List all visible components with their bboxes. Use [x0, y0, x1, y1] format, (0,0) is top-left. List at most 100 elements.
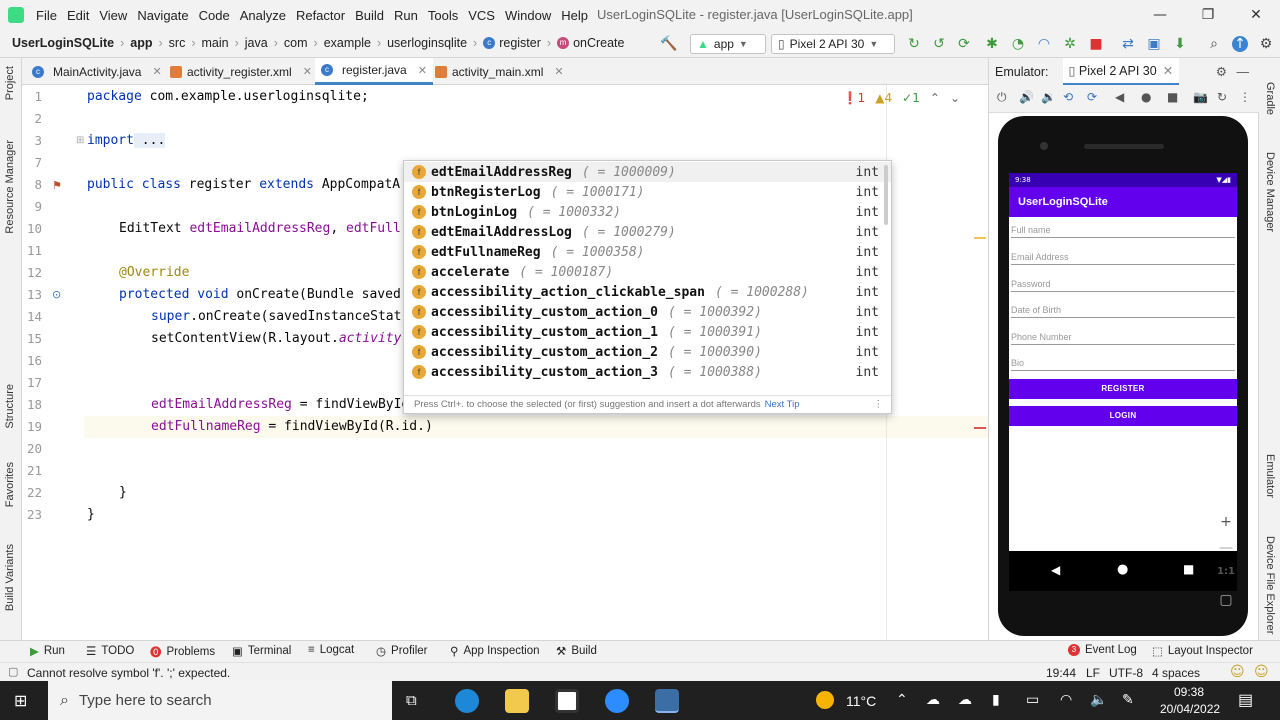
close-icon[interactable]: ✕ [1163, 64, 1173, 78]
more-icon[interactable]: ⋮ [1239, 90, 1251, 104]
menu-window[interactable]: Window [503, 8, 559, 23]
popup-scrollbar[interactable] [884, 165, 888, 225]
indent-setting[interactable]: 4 spaces [1152, 666, 1200, 680]
tool-project[interactable]: Project [4, 66, 16, 100]
network-icon[interactable]: ▭ [1026, 691, 1039, 708]
menu-code[interactable]: Code [197, 8, 238, 23]
dob-field[interactable]: Date of Birth [1011, 305, 1235, 318]
breadcrumb-src[interactable]: src [169, 36, 186, 50]
close-button[interactable]: ✕ [1232, 0, 1280, 30]
breadcrumb-main[interactable]: main [202, 36, 229, 50]
menu-run[interactable]: Run [392, 8, 426, 23]
settings-icon[interactable]: ⚙ [1216, 64, 1227, 79]
minimize-panel-icon[interactable]: — [1237, 65, 1250, 79]
zoom-actual-button[interactable]: 1:1 [1211, 566, 1241, 590]
device-screen[interactable]: 9:38 ▼◢▮ UserLoginSQLite Full name Email … [1009, 173, 1237, 551]
password-field[interactable]: Password [1011, 279, 1235, 292]
more-options-icon[interactable]: ⋮ [874, 396, 884, 414]
tab-register-java[interactable]: c register.java ✕ [315, 58, 433, 85]
completion-item[interactable]: f accessibility_custom_action_0( = 100039… [404, 302, 891, 322]
tool-resource-manager[interactable]: Resource Manager [4, 140, 16, 234]
class-gutter-icon[interactable]: ⚑ [52, 179, 62, 192]
search-icon[interactable]: ⌕ [1206, 36, 1222, 52]
smiley-icon[interactable]: ☺ [1230, 664, 1245, 680]
taskbar-search[interactable]: ⌕ Type here to search [48, 681, 392, 720]
fit-screen-icon[interactable]: ▢ [1211, 592, 1241, 616]
sync-gradle-icon[interactable]: ⇄ [1120, 36, 1136, 52]
device-select[interactable]: ▯ Pixel 2 API 30 ▼ [771, 34, 895, 54]
apply-changes-icon[interactable]: ↺ [931, 36, 947, 52]
menu-vcs[interactable]: VCS [466, 8, 503, 23]
rerun-icon[interactable]: ↻ [906, 36, 922, 52]
edge-icon[interactable] [455, 689, 479, 713]
sdk-manager-icon[interactable]: ⬇ [1172, 36, 1188, 52]
fold-icon[interactable]: ⊞ [76, 135, 84, 146]
clock-time[interactable]: 09:38 [1174, 685, 1204, 699]
feedback-icon[interactable]: ☺ [1254, 664, 1269, 680]
completion-item[interactable]: f edtFullnameReg( = 1000358) int [404, 242, 891, 262]
tool-favorites[interactable]: Favorites [4, 462, 16, 507]
tool-build-variants[interactable]: Build Variants [4, 544, 16, 611]
completion-item[interactable]: f btnLoginLog( = 1000332) int [404, 202, 891, 222]
minimize-button[interactable]: — [1136, 0, 1184, 30]
attach-icon[interactable]: ✲ [1062, 36, 1078, 52]
chevron-down-icon[interactable]: ⌄ [950, 91, 960, 105]
pen-icon[interactable]: ✎ [1122, 691, 1134, 708]
menu-file[interactable]: File [34, 8, 65, 23]
close-icon[interactable]: ✕ [303, 65, 312, 78]
breadcrumb-class[interactable]: register [499, 36, 541, 50]
breadcrumb-project[interactable]: UserLoginSQLite [12, 36, 114, 50]
task-view-icon[interactable]: ⧉ [406, 691, 417, 709]
volume-up-icon[interactable]: 🔊 [1019, 90, 1034, 104]
zoom-app-icon[interactable] [605, 689, 629, 713]
menu-refactor[interactable]: Refactor [294, 8, 353, 23]
onedrive-icon[interactable]: ☁ [926, 691, 940, 708]
breadcrumb-module[interactable]: app [130, 36, 152, 50]
android-studio-taskbar-icon[interactable] [655, 689, 679, 713]
cloud-icon[interactable]: ☁ [958, 691, 972, 708]
windows-start-icon[interactable]: ⊞ [14, 691, 27, 710]
clock-date[interactable]: 20/04/2022 [1160, 702, 1220, 716]
menu-edit[interactable]: Edit [65, 8, 97, 23]
weather-temp[interactable]: 11°C [846, 693, 876, 709]
breadcrumb-package[interactable]: userloginsqlite [387, 36, 467, 50]
tool-todo[interactable]: ☰ TODO [86, 644, 134, 658]
register-button[interactable]: REGISTER [1009, 379, 1237, 399]
nav-back-icon[interactable]: ◀ [1051, 563, 1060, 577]
tool-logcat[interactable]: ≡ Logcat [308, 644, 354, 656]
store-icon[interactable] [555, 689, 579, 713]
screenshot-icon[interactable]: 📷 [1193, 90, 1208, 104]
inspection-widget[interactable]: ❗1 ▲4 ✓1 ⌃ ⌄ [843, 91, 960, 105]
close-icon[interactable]: ✕ [152, 65, 161, 78]
breadcrumb-com[interactable]: com [284, 36, 308, 50]
override-gutter-icon[interactable]: ⊙ [52, 288, 61, 301]
completion-item[interactable]: f accessibility_action_clickable_span( = … [404, 282, 891, 302]
chevron-up-icon[interactable]: ⌃ [930, 91, 940, 105]
menu-tools[interactable]: Tools [426, 8, 466, 23]
tool-gradle[interactable]: Gradle [1264, 82, 1276, 115]
tool-app-inspection[interactable]: ⚲ App Inspection [450, 644, 540, 658]
close-icon[interactable]: ✕ [554, 65, 563, 78]
power-icon[interactable]: ⏻ [997, 90, 1007, 105]
nav-overview-icon[interactable]: ■ [1183, 562, 1194, 576]
tool-event-log[interactable]: 3 Event Log [1068, 644, 1137, 656]
status-icon[interactable]: ▢ [8, 665, 18, 678]
update-icon[interactable]: ↑ [1232, 36, 1248, 52]
menu-help[interactable]: Help [559, 8, 596, 23]
snapshot-icon[interactable]: ↻ [1217, 90, 1227, 104]
login-button[interactable]: LOGIN [1009, 406, 1237, 426]
file-encoding[interactable]: UTF-8 [1109, 666, 1143, 680]
profile-icon[interactable]: ◔ [1010, 36, 1026, 52]
stop-icon[interactable]: ■ [1088, 36, 1104, 52]
completion-item[interactable]: f accelerate( = 1000187) int [404, 262, 891, 282]
tool-emulator[interactable]: Emulator [1264, 454, 1276, 498]
tool-structure[interactable]: Structure [4, 384, 16, 429]
close-icon[interactable]: ✕ [418, 64, 427, 77]
attach-debugger-icon[interactable]: ◠ [1036, 36, 1052, 52]
wifi-icon[interactable]: ◠ [1060, 691, 1072, 708]
email-field[interactable]: Email Address [1011, 252, 1235, 265]
breadcrumb-java[interactable]: java [245, 36, 268, 50]
run-config-select[interactable]: ▲ app ▼ [690, 34, 766, 54]
tab-activity-register-xml[interactable]: activity_register.xml ✕ [164, 58, 318, 85]
bio-field[interactable]: Bio [1011, 358, 1235, 371]
